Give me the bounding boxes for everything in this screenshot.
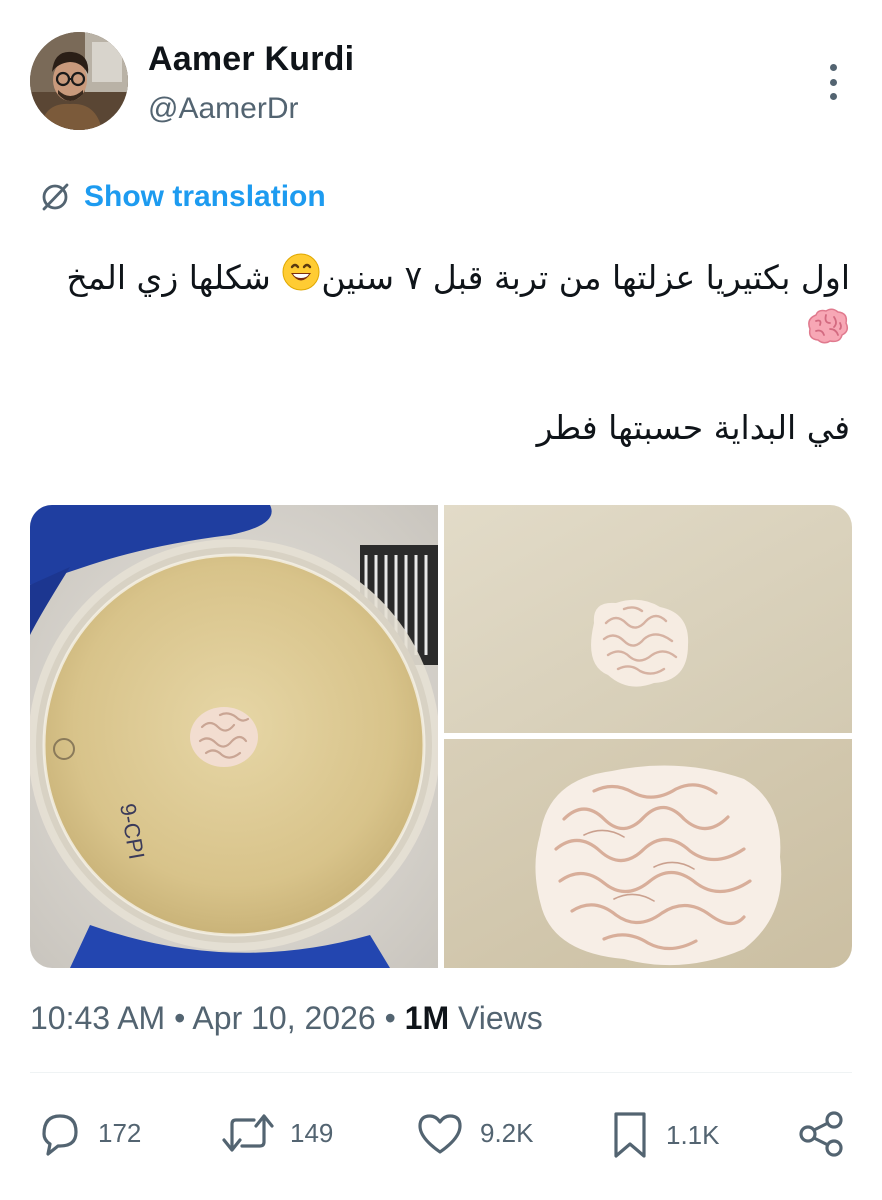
reply-icon [42, 1114, 78, 1156]
like-count: 9.2K [480, 1117, 534, 1148]
views-count: 1M [404, 1000, 450, 1036]
show-translation-label: Show translation [84, 180, 326, 213]
tweet-meta: 10:43 AM • Apr 10, 2026 • 1M Views [30, 1000, 543, 1037]
tweet-text: اول بكتيريا عزلتها من تربة قبل ٧ سنين شك… [40, 252, 850, 454]
divider [30, 1072, 852, 1073]
reply-count: 172 [98, 1117, 142, 1148]
like-icon [418, 1114, 462, 1154]
share-icon [799, 1111, 843, 1157]
avatar-image [30, 32, 128, 130]
repost-icon [222, 1114, 274, 1152]
brain-icon [804, 307, 850, 362]
meta-separator: • [375, 1000, 405, 1036]
bookmark-count: 1.1K [666, 1119, 720, 1150]
media-image-petri-dish[interactable]: 9-CPI [30, 505, 438, 968]
like-button[interactable]: 9.2K [414, 1108, 534, 1158]
avatar[interactable] [30, 32, 128, 130]
share-button[interactable] [796, 1108, 848, 1160]
tweet-paragraph-2: في البداية حسبتها فطر [536, 408, 850, 447]
author-name[interactable]: Aamer Kurdi [148, 40, 354, 79]
tweet-paragraph-1: اول بكتيريا عزلتها من تربة قبل ٧ سنين شك… [40, 252, 850, 362]
tweet-line-1b: شكلها زي المخ [66, 258, 282, 297]
media-grid[interactable]: 9-CPI [30, 505, 852, 968]
author-handle[interactable]: @AamerDr [148, 92, 298, 126]
views-label: Views [449, 1000, 543, 1036]
tweet-time[interactable]: 10:43 AM [30, 1000, 165, 1036]
reply-button[interactable]: 172 [34, 1108, 141, 1158]
bookmark-icon [614, 1112, 646, 1158]
action-bar: 172 149 9.2K 1.1K [0, 1108, 882, 1172]
media-image-colony-closeup-1[interactable] [444, 505, 852, 733]
repost-count: 149 [290, 1117, 334, 1148]
bookmark-button[interactable]: 1.1K [608, 1108, 720, 1162]
meta-separator: • [165, 1000, 193, 1036]
repost-button[interactable]: 149 [220, 1108, 333, 1158]
translate-icon [42, 183, 69, 211]
tweet-date[interactable]: Apr 10, 2026 [192, 1000, 375, 1036]
media-image-colony-closeup-2[interactable] [444, 739, 852, 968]
show-translation-button[interactable]: Show translation [40, 180, 326, 214]
more-icon[interactable] [818, 64, 848, 100]
grinning-face-icon [281, 252, 321, 307]
tweet-line-1: اول بكتيريا عزلتها من تربة قبل ٧ سنين [321, 258, 850, 297]
